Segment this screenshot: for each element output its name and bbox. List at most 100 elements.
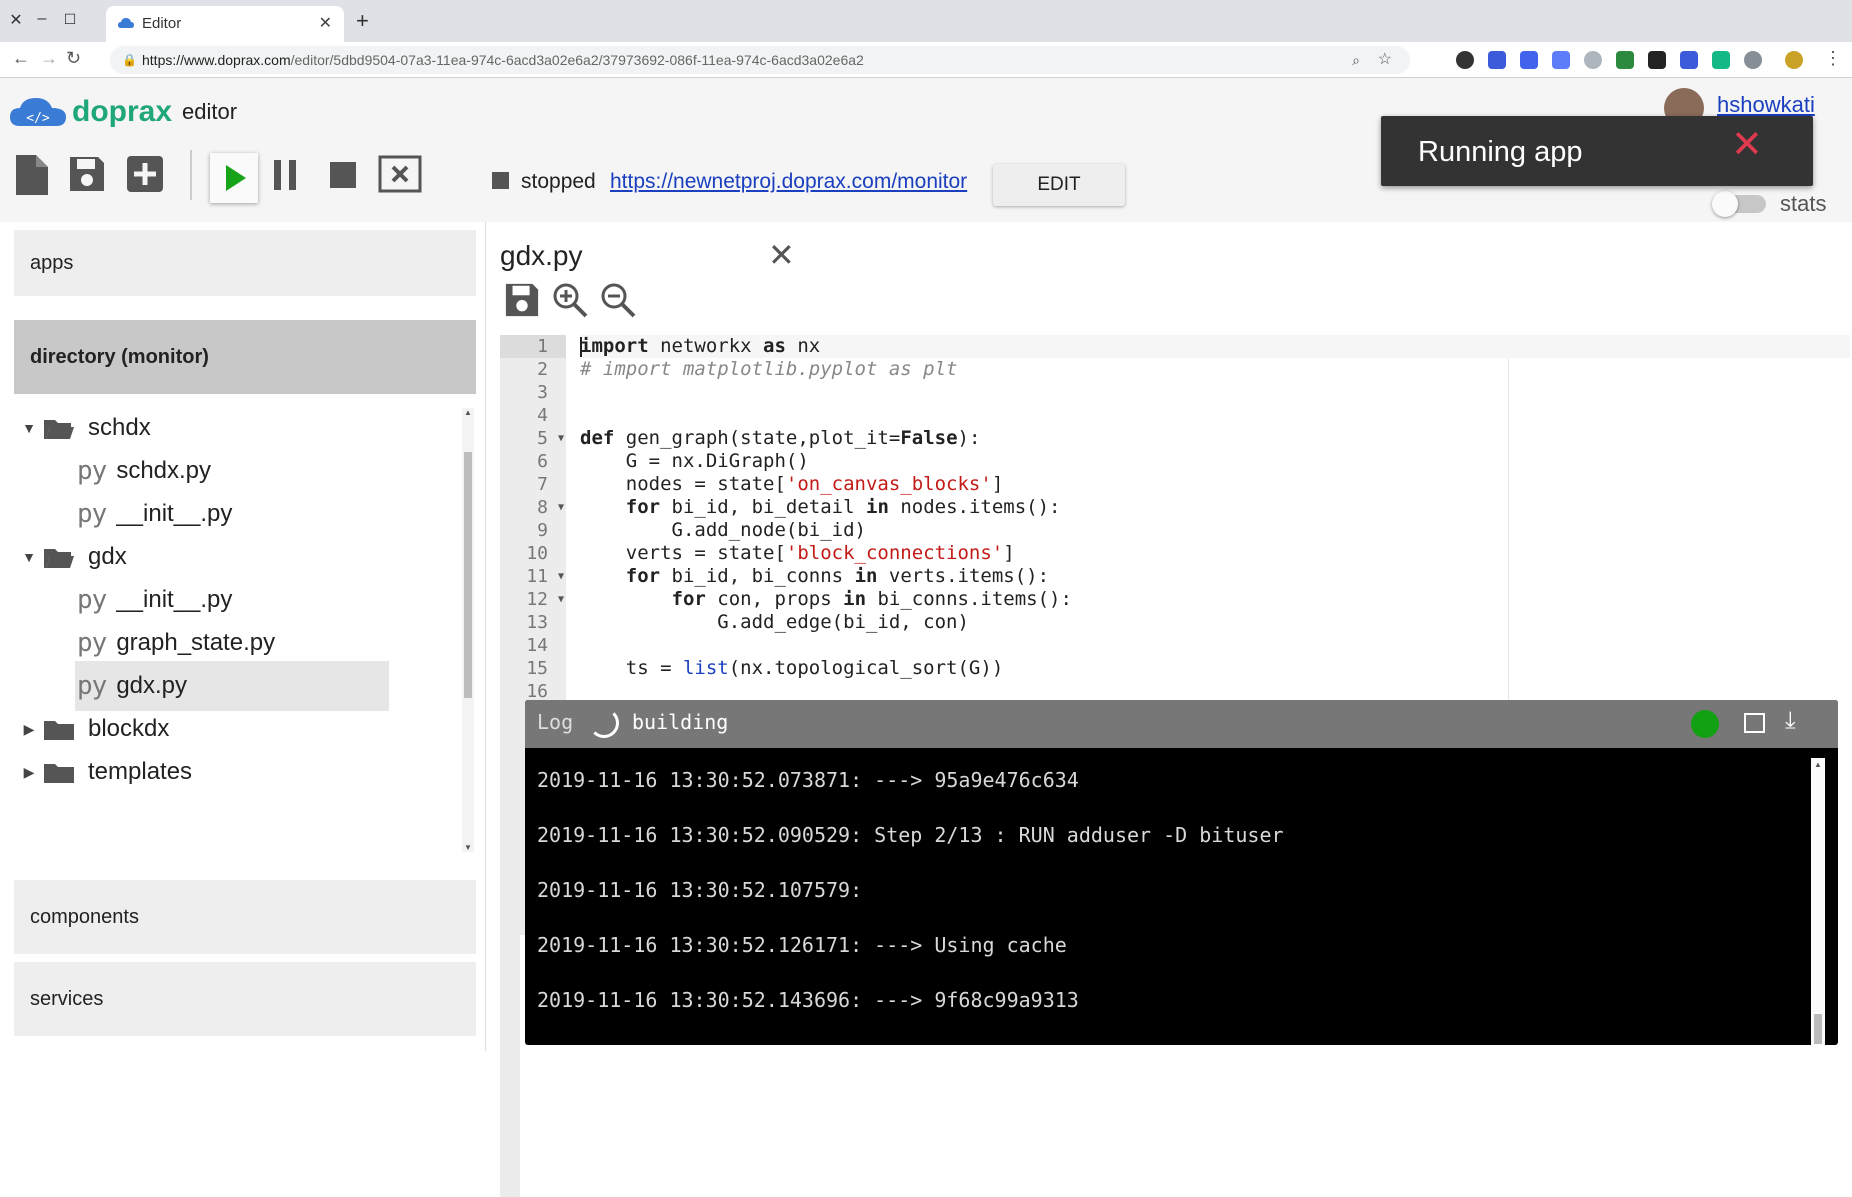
status-text: stopped — [521, 170, 596, 193]
line-number: 7 — [500, 473, 566, 496]
zoom-icon[interactable]: ⌕ — [1352, 46, 1360, 74]
pause-icon[interactable] — [272, 160, 298, 190]
loading-spinner-icon — [589, 708, 619, 738]
code-line: G = nx.DiGraph() — [580, 450, 1850, 473]
extension-icon[interactable] — [1744, 51, 1762, 69]
window-minimize-icon[interactable]: – — [32, 10, 52, 28]
status-indicator — [492, 172, 509, 189]
username-link[interactable]: hshowkati — [1717, 92, 1815, 118]
expanded-arrow-icon[interactable]: ▼ — [14, 549, 44, 565]
code-line: for bi_id, bi_detail in nodes.items(): — [580, 496, 1850, 519]
window-maximize-icon[interactable]: ☐ — [60, 11, 80, 28]
clear-icon[interactable] — [378, 155, 422, 193]
toolbar-divider — [190, 150, 192, 200]
line-number: 4 — [500, 404, 566, 427]
line-number-text: 6 — [537, 451, 548, 472]
editor-toolbar — [504, 282, 636, 318]
line-number: 9 — [500, 519, 566, 542]
stats-label: stats — [1780, 191, 1827, 216]
window-close-icon[interactable]: ✕ — [6, 10, 26, 30]
profile-avatar[interactable] — [1785, 51, 1803, 69]
directory-panel[interactable]: directory (monitor) — [14, 320, 476, 394]
reload-icon[interactable]: ↻ — [66, 48, 81, 69]
python-file-icon: py — [77, 585, 107, 615]
extension-icon[interactable] — [1456, 51, 1474, 69]
app-url-link[interactable]: https://newnetproj.doprax.com/monitor — [610, 170, 967, 194]
maximize-log-icon[interactable] — [1744, 713, 1765, 733]
code-line: G.add_edge(bi_id, con) — [580, 611, 1850, 634]
browser-menu-icon[interactable]: ⋮ — [1824, 48, 1842, 69]
add-icon[interactable] — [126, 155, 164, 193]
fold-arrow-icon[interactable]: ▼ — [558, 496, 564, 519]
python-file-icon: py — [77, 456, 107, 486]
sidebar: apps directory (monitor) ▼ schdx py schdx.p… — [0, 222, 486, 1051]
close-file-icon[interactable]: ✕ — [768, 236, 795, 274]
log-line: 2019-11-16 13:30:52.090529: Step 2/13 : … — [537, 823, 1284, 847]
tree-folder[interactable]: ▶ templates — [14, 747, 454, 797]
collapsed-arrow-icon[interactable]: ▶ — [14, 764, 44, 781]
logo-badge: </> — [26, 111, 50, 126]
line-number: 1 — [500, 335, 566, 358]
back-icon[interactable]: ← — [12, 48, 30, 69]
new-file-icon[interactable] — [14, 155, 48, 195]
extension-icon[interactable] — [1584, 51, 1602, 69]
line-number: 14 — [500, 634, 566, 657]
extension-icon[interactable] — [1488, 51, 1506, 69]
extension-icon[interactable] — [1648, 51, 1666, 69]
bookmark-star-icon[interactable]: ☆ — [1378, 46, 1392, 74]
run-button[interactable] — [210, 153, 258, 203]
edit-button[interactable]: EDIT — [993, 164, 1125, 206]
code-token: for — [625, 496, 661, 518]
scrollbar-thumb[interactable] — [464, 452, 472, 698]
line-number: 6 — [500, 450, 566, 473]
services-panel[interactable]: services — [14, 962, 476, 1036]
extension-icon[interactable] — [1520, 51, 1538, 69]
new-tab-icon[interactable]: + — [356, 8, 369, 34]
line-number-text: 9 — [537, 520, 548, 541]
stop-icon[interactable] — [330, 162, 356, 188]
logo-subtitle: editor — [182, 99, 238, 124]
stats-switch[interactable] — [1712, 191, 1766, 217]
line-number: 10 — [500, 542, 566, 565]
extension-icon[interactable] — [1680, 51, 1698, 69]
tab-close-icon[interactable]: ✕ — [319, 6, 332, 42]
apps-label: apps — [30, 252, 74, 274]
save-file-icon[interactable] — [504, 282, 540, 318]
code-token: con, props — [705, 588, 844, 610]
url-path: /editor/5dbd9504-07a3-11ea-974c-6acd3a02… — [290, 52, 864, 68]
fold-arrow-icon[interactable]: ▼ — [558, 565, 564, 588]
log-scrollbar[interactable]: ▲ — [1811, 758, 1825, 1045]
expanded-arrow-icon[interactable]: ▼ — [14, 420, 44, 436]
apps-panel[interactable]: apps — [14, 230, 476, 296]
extension-icon[interactable] — [1552, 51, 1570, 69]
extension-icon[interactable] — [1712, 51, 1730, 69]
collapsed-arrow-icon[interactable]: ▶ — [14, 721, 44, 738]
download-log-icon[interactable]: ⤓ — [1785, 707, 1796, 735]
toast-close-icon[interactable]: ✕ — [1731, 126, 1763, 164]
code-token: for — [625, 565, 661, 587]
line-number: 8 ▼ — [500, 496, 566, 519]
code-token: import — [580, 335, 649, 357]
components-panel[interactable]: components — [14, 880, 476, 954]
browser-tab[interactable]: Editor ✕ — [106, 6, 344, 42]
stats-toggle[interactable]: stats — [1712, 191, 1827, 217]
save-icon[interactable] — [68, 155, 106, 193]
logo[interactable]: </> doprax editor — [10, 95, 237, 129]
tree-scrollbar[interactable]: ▲ ▼ — [462, 408, 474, 852]
scroll-down-icon[interactable]: ▼ — [464, 843, 472, 852]
extension-icon[interactable] — [1616, 51, 1634, 69]
code-token: G.add_node(bi_id) — [580, 519, 866, 541]
forward-icon[interactable]: → — [40, 48, 58, 69]
address-bar[interactable]: 🔒 https://www.doprax.com/editor/5dbd9504… — [110, 46, 1410, 74]
scroll-up-icon[interactable]: ▲ — [464, 408, 472, 417]
line-number: 3 — [500, 381, 566, 404]
fold-arrow-icon[interactable]: ▼ — [558, 427, 564, 450]
scrollbar-thumb[interactable] — [1814, 1014, 1822, 1044]
fold-arrow-icon[interactable]: ▼ — [558, 588, 564, 611]
scroll-up-icon[interactable]: ▲ — [1814, 760, 1822, 769]
code-token: G = nx.DiGraph() — [580, 450, 809, 472]
zoom-in-icon[interactable] — [552, 282, 588, 318]
zoom-out-icon[interactable] — [600, 282, 636, 318]
